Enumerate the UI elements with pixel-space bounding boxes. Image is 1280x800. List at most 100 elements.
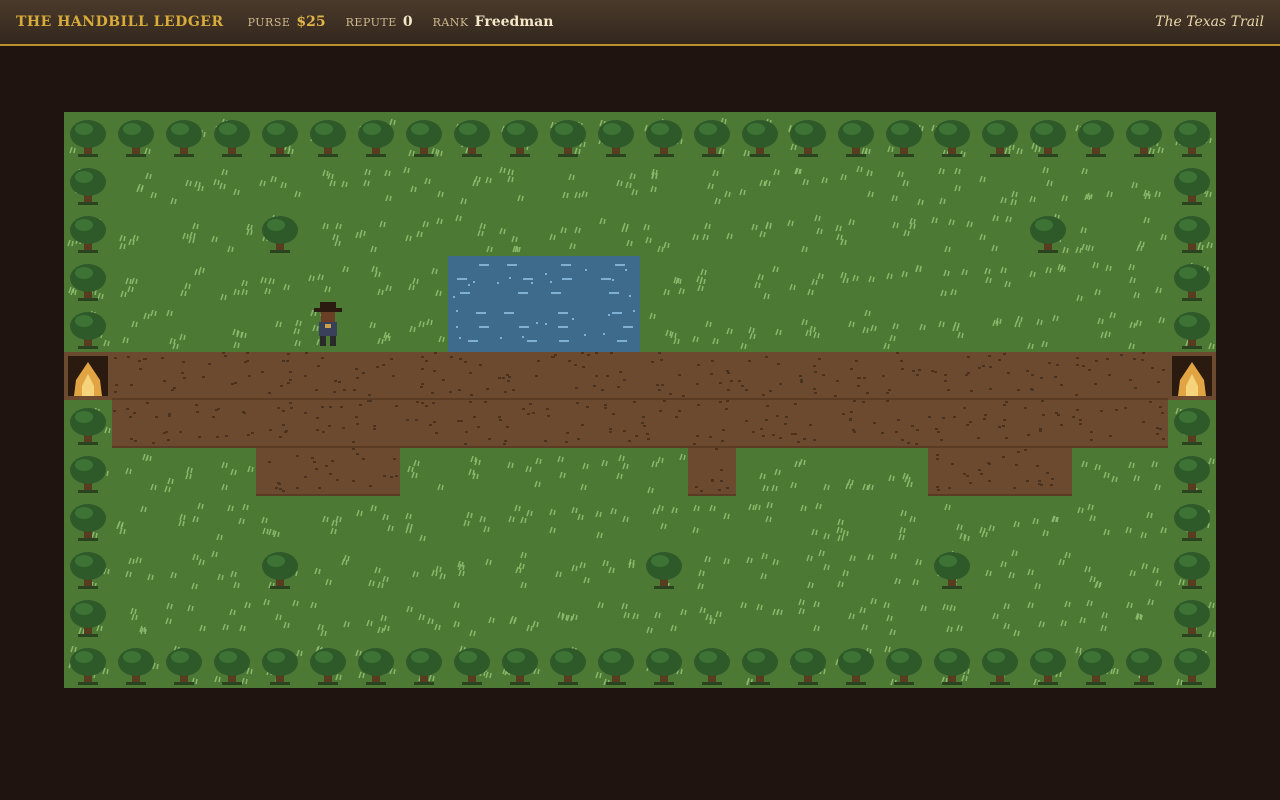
water-tile: [496, 256, 544, 304]
dirt-road-tile: [736, 400, 784, 448]
grass-tile: [112, 160, 160, 208]
tree-tile: [64, 496, 112, 544]
grass-tile: [688, 160, 736, 208]
grass-tile: [208, 160, 256, 208]
dirt-road-tile: [256, 448, 304, 496]
tree-tile: [496, 640, 544, 688]
grass-tile: [496, 544, 544, 592]
grass-tile: [928, 256, 976, 304]
grass-tile: [832, 256, 880, 304]
tree-tile: [400, 640, 448, 688]
game-map[interactable]: [64, 112, 1216, 688]
grass-tile: [640, 496, 688, 544]
dirt-road-tile: [640, 400, 688, 448]
tree-tile: [1024, 208, 1072, 256]
dirt-road-tile: [208, 400, 256, 448]
dirt-road-tile: [784, 352, 832, 400]
grass-tile: [976, 208, 1024, 256]
tree-tile: [928, 640, 976, 688]
tree-tile: [1168, 208, 1216, 256]
grass-tile: [592, 448, 640, 496]
grass-tile: [208, 544, 256, 592]
grass-tile: [1072, 304, 1120, 352]
grass-tile: [400, 496, 448, 544]
tree-tile: [1072, 112, 1120, 160]
grass-tile: [352, 304, 400, 352]
dirt-road-tile: [1120, 352, 1168, 400]
dirt-road-tile: [928, 448, 976, 496]
dirt-road-tile: [688, 400, 736, 448]
dirt-road-tile: [1024, 448, 1072, 496]
campfire-tile: [64, 352, 112, 400]
tree-tile: [1168, 640, 1216, 688]
tree-tile: [976, 112, 1024, 160]
tree-tile: [160, 640, 208, 688]
tree-tile: [160, 112, 208, 160]
rank-label: RANK: [432, 16, 469, 29]
grass-tile: [592, 160, 640, 208]
grass-tile: [928, 592, 976, 640]
tree-tile: [1072, 640, 1120, 688]
dirt-road-tile: [928, 400, 976, 448]
tree-tile: [880, 640, 928, 688]
grass-tile: [976, 544, 1024, 592]
tree-tile: [256, 208, 304, 256]
grass-tile: [208, 208, 256, 256]
tree-tile: [544, 112, 592, 160]
grass-tile: [256, 256, 304, 304]
tree-tile: [64, 112, 112, 160]
grass-tile: [784, 208, 832, 256]
tree-tile: [64, 400, 112, 448]
grass-tile: [496, 496, 544, 544]
grass-tile: [496, 448, 544, 496]
grass-tile: [592, 496, 640, 544]
dirt-road-tile: [496, 400, 544, 448]
tree-tile: [1024, 640, 1072, 688]
dirt-road-tile: [832, 352, 880, 400]
grass-tile: [784, 544, 832, 592]
purse-label: PURSE: [247, 16, 291, 29]
tree-tile: [784, 112, 832, 160]
dirt-road-tile: [880, 400, 928, 448]
campfire-tile: [1168, 352, 1216, 400]
tree-tile: [1168, 400, 1216, 448]
grass-tile: [1120, 448, 1168, 496]
tree-tile: [352, 112, 400, 160]
grass-tile: [832, 304, 880, 352]
tree-tile: [64, 592, 112, 640]
grass-tile: [688, 592, 736, 640]
grass-tile: [496, 208, 544, 256]
tree-tile: [64, 304, 112, 352]
game-title: THE HANDBILL LEDGER: [16, 14, 224, 30]
tree-tile: [400, 112, 448, 160]
tree-tile: [1120, 640, 1168, 688]
grass-tile: [928, 496, 976, 544]
grass-tile: [112, 496, 160, 544]
grass-tile: [448, 160, 496, 208]
grass-tile: [160, 544, 208, 592]
grass-tile: [352, 544, 400, 592]
tree-tile: [208, 112, 256, 160]
dirt-road-tile: [112, 352, 160, 400]
grass-tile: [928, 208, 976, 256]
grass-tile: [352, 160, 400, 208]
grass-tile: [1120, 496, 1168, 544]
grass-tile: [160, 304, 208, 352]
grass-tile: [736, 544, 784, 592]
grass-tile: [160, 592, 208, 640]
grass-tile: [112, 256, 160, 304]
grass-tile: [112, 208, 160, 256]
grass-tile: [1120, 208, 1168, 256]
grass-tile: [736, 496, 784, 544]
grass-tile: [400, 256, 448, 304]
grass-tile: [688, 544, 736, 592]
purse-value: $25: [296, 14, 326, 30]
grass-tile: [160, 256, 208, 304]
grass-tile: [784, 496, 832, 544]
grass-tile: [1120, 592, 1168, 640]
repute-label: REPUTE: [345, 16, 397, 29]
dirt-road-tile: [400, 352, 448, 400]
grass-tile: [544, 592, 592, 640]
grass-tile: [544, 448, 592, 496]
tree-tile: [592, 640, 640, 688]
